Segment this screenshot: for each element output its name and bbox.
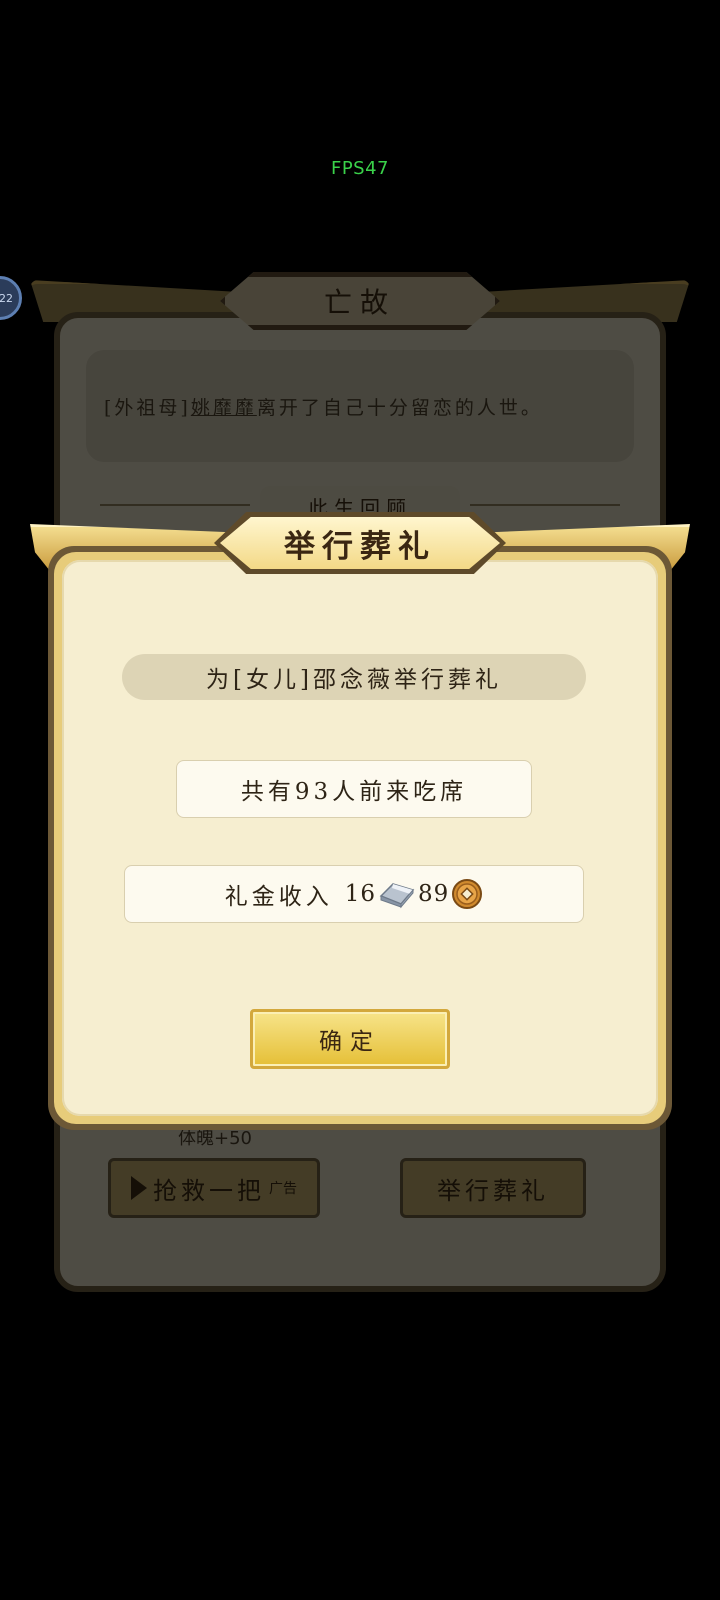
hold-funeral-button[interactable]: 举行葬礼 <box>400 1158 586 1218</box>
bg-dialog-title: 亡故 <box>220 272 500 330</box>
section-divider-right <box>470 504 620 506</box>
gift-money-box: 礼金收入 16 89 <box>124 865 584 923</box>
funeral-subject: 为[女儿]邵念薇举行葬礼 <box>122 654 586 700</box>
gift-money-label: 礼金收入 <box>224 884 333 910</box>
silver-ingot-icon <box>379 883 415 909</box>
guest-count-box: 共有93人前来吃席 <box>176 760 532 818</box>
death-message-name[interactable]: 姚靡靡 <box>191 393 257 420</box>
avatar-badge[interactable]: 22 <box>0 276 22 320</box>
rescue-button-label: 抢救一把 <box>153 1176 265 1205</box>
death-message-text: 离开了自己十分留恋的人世。 <box>256 396 543 419</box>
ad-tag: 广告 <box>269 1181 297 1197</box>
dialog-title: 举行葬礼 <box>220 517 500 569</box>
play-ad-icon <box>131 1176 147 1200</box>
section-divider-left <box>100 504 250 506</box>
confirm-button[interactable]: 确定 <box>250 1009 450 1069</box>
copper-coin-icon <box>452 879 483 909</box>
copper-amount: 89 <box>418 881 450 907</box>
funeral-dialog: 举行葬礼 为[女儿]邵念薇举行葬礼 共有93人前来吃席 礼金收入 16 89 确… <box>30 512 690 1134</box>
death-message-relation: [外祖母] <box>104 396 191 419</box>
fps-counter: FPS47 <box>330 158 390 179</box>
silver-amount: 16 <box>344 881 376 907</box>
guest-count-text: 共有93人前来吃席 <box>240 779 468 805</box>
rescue-button[interactable]: 抢救一把 广告 <box>108 1158 320 1218</box>
death-message: [外祖母] 姚靡靡 离开了自己十分留恋的人世。 <box>86 350 634 462</box>
